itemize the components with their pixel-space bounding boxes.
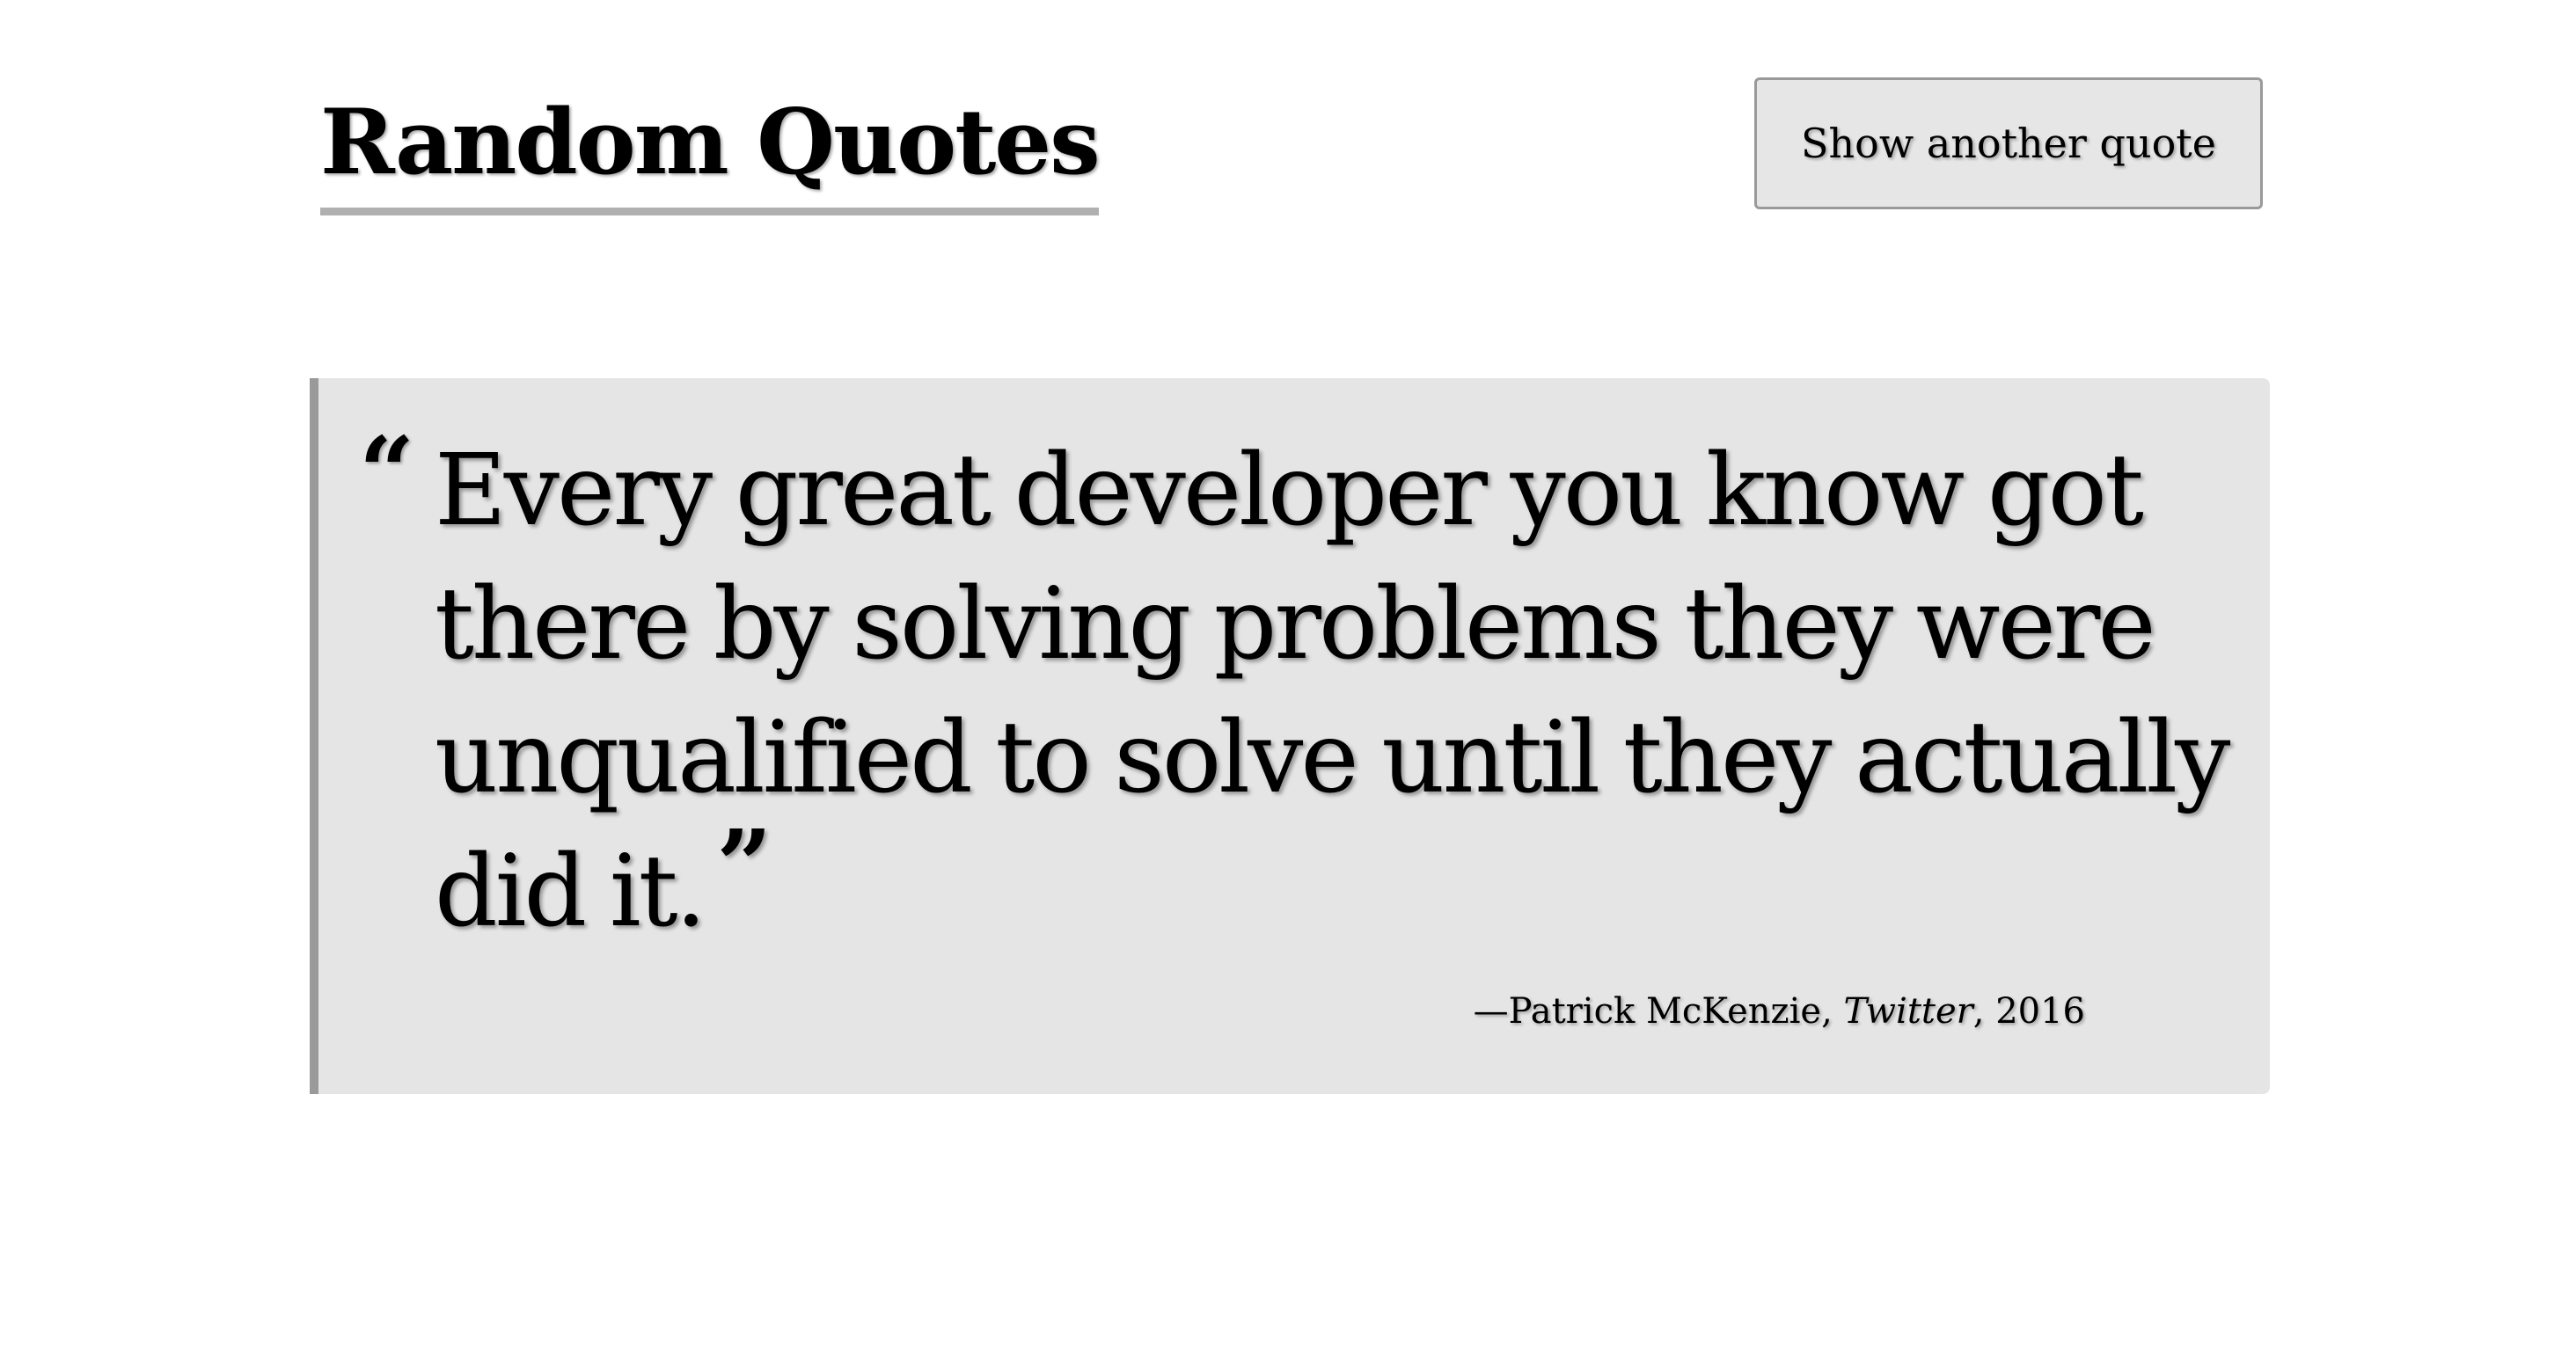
quote-text-block: Every great developer you know got there…: [435, 424, 2247, 959]
page-header: Random Quotes Show another quote: [320, 77, 2263, 218]
attribution-separator: ,: [1821, 991, 1844, 1032]
quote-author: Patrick McKenzie: [1508, 991, 1822, 1032]
show-another-quote-button[interactable]: Show another quote: [1754, 77, 2263, 209]
quote-year: 2016: [1995, 991, 2085, 1032]
open-quote-icon: “: [359, 415, 415, 529]
close-quote-icon: ”: [716, 808, 772, 922]
quote-text: Every great developer you know got there…: [435, 434, 2230, 949]
attribution-separator: ,: [1972, 991, 1996, 1032]
quote-card: “ Every great developer you know got the…: [310, 378, 2270, 1094]
quote-attribution: —Patrick McKenzie, Twitter, 2016: [1474, 987, 2085, 1036]
quote-source: Twitter: [1843, 991, 1973, 1032]
attribution-dash: —: [1473, 991, 1509, 1032]
page-title: Random Quotes: [320, 77, 1101, 215]
